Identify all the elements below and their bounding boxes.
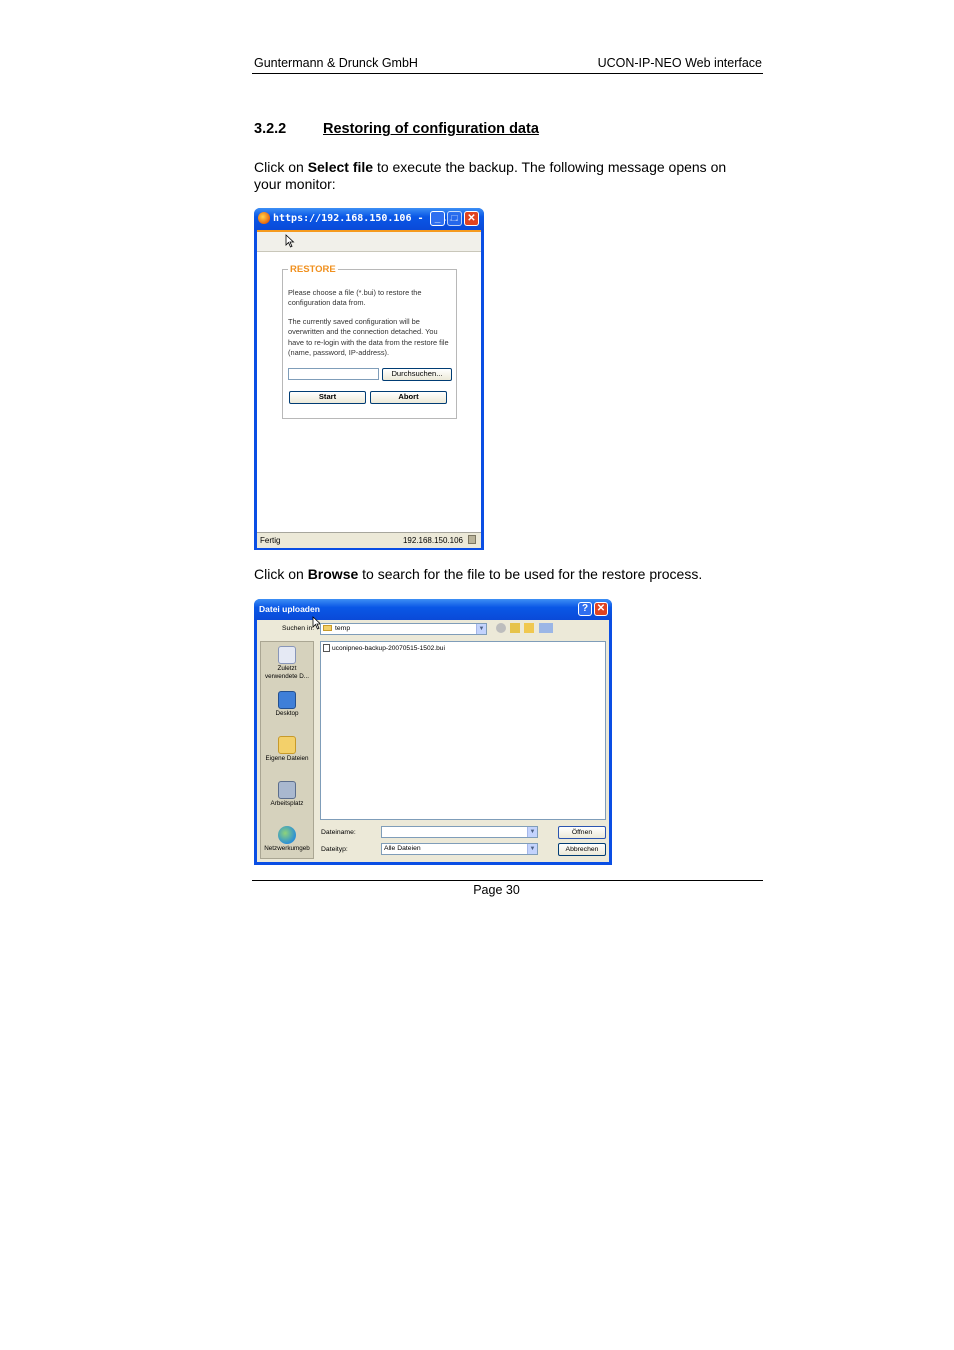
file-dialog-title: Datei uploaden (259, 604, 320, 614)
para2-bold: Browse (307, 566, 359, 582)
minimize-icon[interactable]: _ (430, 211, 445, 226)
paragraph-select-file: Click on Select file to execute the back… (254, 159, 754, 193)
up-folder-icon[interactable] (510, 623, 520, 633)
place-network[interactable]: Netzwerkumgeb (261, 826, 313, 853)
place-recent[interactable]: Zuletzt verwendete D... (261, 646, 313, 680)
open-button[interactable]: Öffnen (558, 826, 606, 839)
place-recent-label: Zuletzt verwendete D... (264, 665, 310, 680)
file-list: uconipneo-backup-20070515-1502.bui (320, 641, 606, 820)
start-button[interactable]: Start (289, 391, 366, 404)
places-bar: Zuletzt verwendete D... Desktop Eigene D… (260, 641, 314, 859)
header-product: UCON-IP-NEO Web interface (597, 56, 762, 70)
restore-window-content: RESTORE Please choose a file (*.bui) to … (257, 230, 481, 532)
para2-post: to search for the file to be used for th… (358, 566, 703, 582)
status-right: 192.168.150.106 (402, 536, 463, 545)
new-folder-icon[interactable] (524, 623, 534, 633)
cancel-button[interactable]: Abbrechen (558, 843, 606, 856)
restore-text-2: The currently saved configuration will b… (288, 317, 449, 357)
look-in-value: temp (335, 625, 351, 632)
restore-window-titlebar[interactable]: https://192.168.150.106 - Re... _ □ ✕ (254, 208, 484, 230)
file-icon (323, 644, 330, 652)
page-number: Page 30 (473, 883, 520, 897)
file-name: uconipneo-backup-20070515-1502.bui (332, 644, 445, 652)
filetype-select[interactable]: Alle Dateien ▼ (381, 843, 538, 855)
footer-rule (252, 880, 763, 881)
my-computer-icon (278, 781, 296, 799)
back-icon[interactable] (496, 623, 506, 633)
folder-icon (323, 625, 332, 632)
desktop-icon (278, 691, 296, 709)
section-number: 3.2.2 (254, 121, 287, 137)
para2-pre: Click on (254, 566, 308, 582)
paragraph-browse: Click on Browse to search for the file t… (254, 566, 754, 583)
view-menu-icon[interactable] (539, 623, 553, 633)
para1-pre: Click on (254, 159, 308, 175)
status-bar: Fertig 192.168.150.106 (257, 532, 481, 548)
mouse-cursor-icon (285, 234, 295, 248)
place-my-computer-label: Arbeitsplatz (270, 800, 304, 807)
section-title: Restoring of configuration data (323, 121, 539, 137)
restore-file-input[interactable] (288, 368, 379, 380)
list-item[interactable]: uconipneo-backup-20070515-1502.bui (323, 644, 445, 652)
place-my-computer[interactable]: Arbeitsplatz (261, 781, 313, 808)
place-my-documents-label: Eigene Dateien (265, 755, 309, 762)
restore-text-1: Please choose a file (*.bui) to restore … (288, 288, 422, 308)
file-dialog-titlebar[interactable]: Datei uploaden ? ✕ (254, 599, 612, 620)
filename-input[interactable]: ▼ (381, 826, 538, 838)
place-my-documents[interactable]: Eigene Dateien (261, 736, 313, 763)
look-in-label: Suchen in: (282, 625, 315, 632)
header-company: Guntermann & Drunck GmbH (254, 56, 418, 70)
lock-icon (468, 535, 476, 544)
filetype-label: Dateityp: (321, 846, 348, 853)
place-desktop[interactable]: Desktop (261, 691, 313, 718)
place-desktop-label: Desktop (275, 710, 299, 717)
help-icon[interactable]: ? (578, 602, 592, 616)
firefox-icon (258, 212, 270, 224)
chevron-down-icon[interactable]: ▼ (527, 827, 537, 837)
filetype-value: Alle Dateien (384, 845, 421, 852)
nav-strip (257, 230, 481, 252)
header-rule (252, 73, 763, 74)
status-left: Fertig (260, 536, 281, 545)
place-network-label: Netzwerkumgeb (264, 845, 310, 852)
chevron-down-icon[interactable]: ▼ (476, 624, 486, 634)
close-icon[interactable]: ✕ (464, 211, 479, 226)
look-in-combo[interactable]: temp ▼ (320, 623, 487, 635)
recent-documents-icon (278, 646, 296, 664)
filename-label: Dateiname: (321, 829, 356, 836)
chevron-down-icon[interactable]: ▼ (527, 844, 537, 854)
file-dialog-body: Suchen in: temp ▼ Zuletzt verwendete D..… (257, 616, 609, 862)
browse-button[interactable]: Durchsuchen... (382, 368, 452, 381)
restore-window: https://192.168.150.106 - Re... _ □ ✕ RE… (254, 208, 484, 550)
close-icon[interactable]: ✕ (594, 602, 608, 616)
para1-bold: Select file (307, 159, 374, 175)
restore-fieldset: RESTORE Please choose a file (*.bui) to … (282, 264, 457, 419)
file-dialog: Datei uploaden ? ✕ Suchen in: temp ▼ Zul… (254, 599, 612, 865)
network-icon (278, 826, 296, 844)
my-documents-icon (278, 736, 296, 754)
abort-button[interactable]: Abort (370, 391, 447, 404)
maximize-icon[interactable]: □ (447, 211, 462, 226)
restore-legend: RESTORE (288, 264, 338, 275)
